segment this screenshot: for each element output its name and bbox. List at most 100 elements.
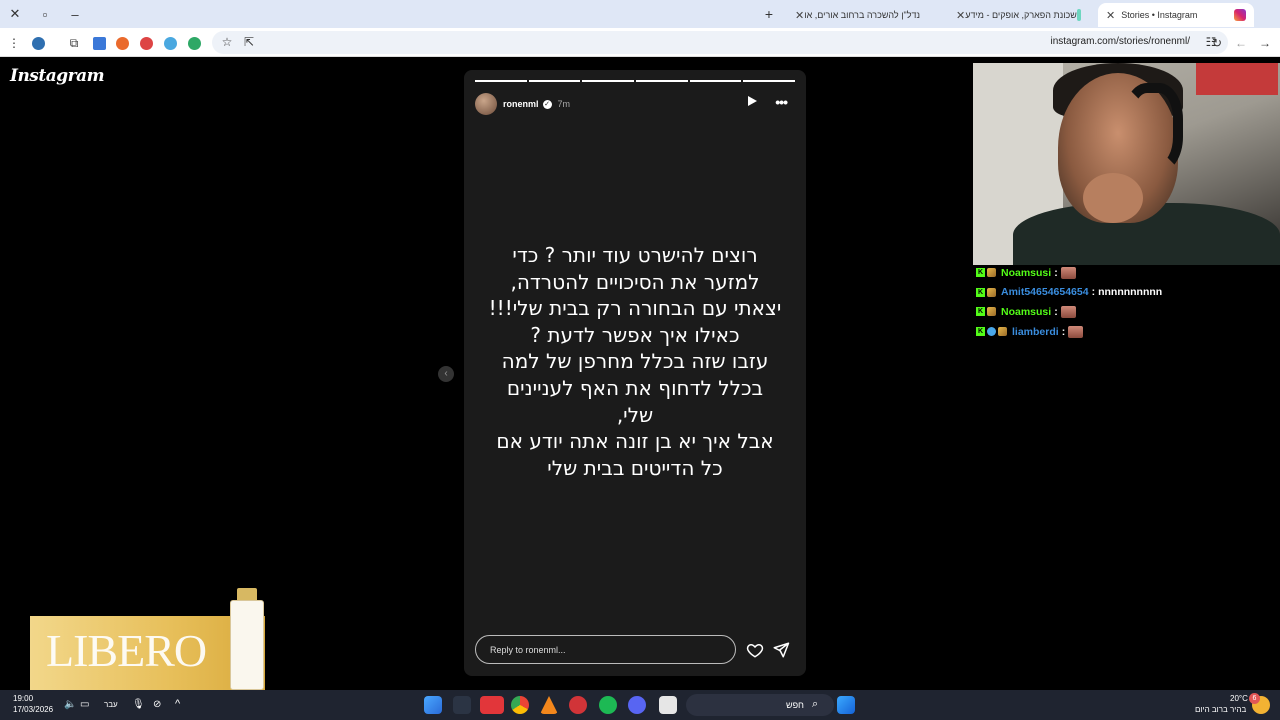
ext-orange-icon[interactable] bbox=[111, 32, 133, 54]
chat-message: K Amit54654654654 : nnnnnnnnnn bbox=[976, 286, 1163, 299]
progress-segment bbox=[689, 80, 742, 82]
play-icon[interactable] bbox=[748, 96, 757, 106]
vlc-icon[interactable] bbox=[540, 696, 558, 714]
url-text[interactable]: instagram.com/stories/ronenml/ bbox=[1051, 36, 1191, 47]
progress-segment bbox=[743, 80, 796, 82]
extensions-icon[interactable]: ⧉ bbox=[63, 32, 85, 54]
perfume-ad-banner: LIBERO bbox=[30, 588, 265, 690]
ext-screen-icon[interactable] bbox=[88, 32, 110, 54]
spotify-icon[interactable] bbox=[599, 696, 617, 714]
ad-brand: LIBERO bbox=[46, 625, 207, 676]
story-text-line: בכלל לדחוף את האף לעניינים bbox=[506, 375, 764, 400]
notifications-off-icon[interactable]: ⊘ bbox=[153, 699, 161, 710]
weather-temp[interactable]: 20°C bbox=[1230, 694, 1248, 703]
kick-badge-icon: K bbox=[976, 327, 985, 337]
weather-description[interactable]: בהיר ברוב היום bbox=[1195, 705, 1246, 714]
chevron-up-icon[interactable]: ^ bbox=[175, 698, 180, 710]
joystick-icon[interactable] bbox=[569, 696, 587, 714]
ext-green-icon[interactable] bbox=[183, 32, 205, 54]
new-tab-button[interactable]: + bbox=[758, 0, 780, 28]
story-viewer[interactable]: ronenml ✓ 7m ••• רוצים להישרט עוד יותר ?… bbox=[464, 70, 806, 676]
chat-message: K liamberdi : bbox=[976, 322, 1276, 342]
browser-tab-strip: ✕ ▫ – + נדל"ן להשכרה ברחוב אורים, או ✕ ש… bbox=[0, 0, 1280, 28]
taskbar-search[interactable]: חפש ⌕ bbox=[686, 694, 834, 716]
story-text-line: כאילו איך אפשר לדעת ? bbox=[530, 322, 740, 347]
pencil-badge-icon bbox=[987, 287, 996, 297]
chat-message: K Noamsusi : bbox=[976, 302, 1276, 322]
progress-segment bbox=[636, 80, 688, 82]
tab-neighborhood[interactable]: שכונת הפארק, אופקים - מידע ✕ bbox=[940, 3, 1095, 27]
browser-toolbar: ⋮ ⧉ ☆ ⇱ instagram.com/stories/ronenml/ ☷… bbox=[0, 28, 1280, 57]
forward-arrow-icon[interactable]: → bbox=[1254, 32, 1276, 54]
emote-icon bbox=[1060, 266, 1076, 279]
share-icon[interactable]: ⇱ bbox=[238, 31, 260, 53]
tab-favicon-icon bbox=[1076, 9, 1081, 21]
tab-close-icon[interactable]: ✕ bbox=[795, 9, 804, 22]
chat-username: Noamsusi bbox=[1001, 266, 1052, 279]
windows-start-icon[interactable] bbox=[837, 696, 855, 714]
story-text-line: עזבו שזה בכלל מחרפן של למה bbox=[501, 349, 769, 374]
send-icon[interactable] bbox=[772, 641, 790, 659]
kick-badge-icon: K bbox=[976, 307, 985, 317]
stream-chat: K Noamsusi : K Amit54654654654 : nnnnnnn… bbox=[976, 263, 1276, 341]
ext-translate-icon[interactable] bbox=[159, 32, 181, 54]
file-explorer-icon[interactable] bbox=[659, 696, 677, 714]
tab-title: Stories • Instagram bbox=[1121, 10, 1198, 20]
ext-shield-icon[interactable] bbox=[135, 32, 157, 54]
menu-dots-icon[interactable]: ⋮ bbox=[3, 32, 25, 54]
reply-input[interactable]: Reply to ronenml... bbox=[475, 635, 736, 664]
story-header: ronenml ✓ 7m ••• bbox=[475, 92, 795, 116]
clock-date[interactable]: 17/03/2026 bbox=[13, 705, 53, 714]
progress-segment bbox=[475, 80, 527, 82]
tab-instagram-stories[interactable]: ✕ Stories • Instagram bbox=[1098, 3, 1254, 27]
discord-icon[interactable] bbox=[628, 696, 646, 714]
story-text-line: אבל איך יא בן זונה אתה יודע אם bbox=[496, 429, 774, 454]
apps-grid-icon[interactable] bbox=[424, 696, 442, 714]
tab-close-icon[interactable]: ✕ bbox=[1106, 9, 1115, 22]
network-icon[interactable]: ▭ bbox=[80, 699, 89, 710]
instagram-favicon-icon bbox=[1234, 9, 1246, 21]
previous-story-button[interactable]: ‹ bbox=[438, 366, 454, 382]
recording-app-icon[interactable] bbox=[480, 696, 504, 714]
tab-close-icon[interactable]: ✕ bbox=[956, 9, 965, 22]
tab-title: נדל"ן להשכרה ברחוב אורים, או bbox=[804, 10, 920, 20]
back-arrow-icon[interactable]: ← bbox=[1230, 32, 1252, 54]
pencil-badge-icon bbox=[987, 307, 996, 317]
kick-badge-icon: K bbox=[976, 287, 985, 297]
minimize-window-icon[interactable]: – bbox=[60, 0, 90, 28]
story-text-line: שלי, bbox=[616, 402, 654, 427]
avatar[interactable] bbox=[475, 93, 497, 115]
language-indicator[interactable]: עבר bbox=[104, 700, 118, 709]
search-icon: ⌕ bbox=[812, 698, 819, 710]
chat-username: Noamsusi bbox=[1001, 305, 1052, 318]
clock-time[interactable]: 19:00 bbox=[13, 694, 33, 703]
bookmark-star-icon[interactable]: ☆ bbox=[216, 31, 238, 53]
reload-icon[interactable]: ↻ bbox=[1206, 32, 1228, 54]
chat-username: liamberdi bbox=[1012, 325, 1059, 338]
webcam-overlay bbox=[973, 63, 1280, 265]
more-options-icon[interactable]: ••• bbox=[775, 94, 788, 110]
screen: ✕ ▫ – + נדל"ן להשכרה ברחוב אורים, או ✕ ש… bbox=[0, 0, 1280, 720]
restore-window-icon[interactable]: ▫ bbox=[30, 0, 60, 28]
story-progress-bar bbox=[475, 80, 796, 82]
perfume-bottle-icon bbox=[230, 600, 264, 690]
chrome-icon[interactable] bbox=[511, 696, 529, 714]
chat-text: nnnnnnnnnn bbox=[1098, 286, 1163, 299]
instagram-page: Instagram ‹ ronenml ✓ 7m ••• רוצים להישר bbox=[0, 58, 1280, 690]
close-window-icon[interactable]: ✕ bbox=[0, 0, 30, 28]
address-bar[interactable]: ☆ ⇱ instagram.com/stories/ronenml/ ☷ bbox=[212, 31, 1228, 54]
tab-rental[interactable]: נדל"ן להשכרה ברחוב אורים, או ✕ bbox=[782, 3, 934, 27]
notification-count-badge: 6 bbox=[1249, 693, 1260, 704]
microphone-icon[interactable]: 🎙 bbox=[132, 699, 145, 710]
profile-avatar-icon[interactable] bbox=[27, 32, 49, 54]
story-text-line: יצאתי עם הבחורה רק בבית שלי!!! bbox=[488, 296, 782, 321]
heart-icon[interactable] bbox=[746, 641, 764, 659]
story-username[interactable]: ronenml bbox=[503, 99, 539, 109]
globe-badge-icon bbox=[987, 327, 996, 337]
search-placeholder: חפש bbox=[786, 700, 804, 710]
instagram-logo[interactable]: Instagram bbox=[10, 66, 105, 86]
terminal-icon[interactable] bbox=[453, 696, 471, 714]
volume-icon[interactable]: 🔈 bbox=[64, 699, 76, 710]
story-text: רוצים להישרט עוד יותר ? כדי למזער את הסי… bbox=[478, 242, 792, 481]
emote-icon bbox=[1060, 305, 1076, 318]
